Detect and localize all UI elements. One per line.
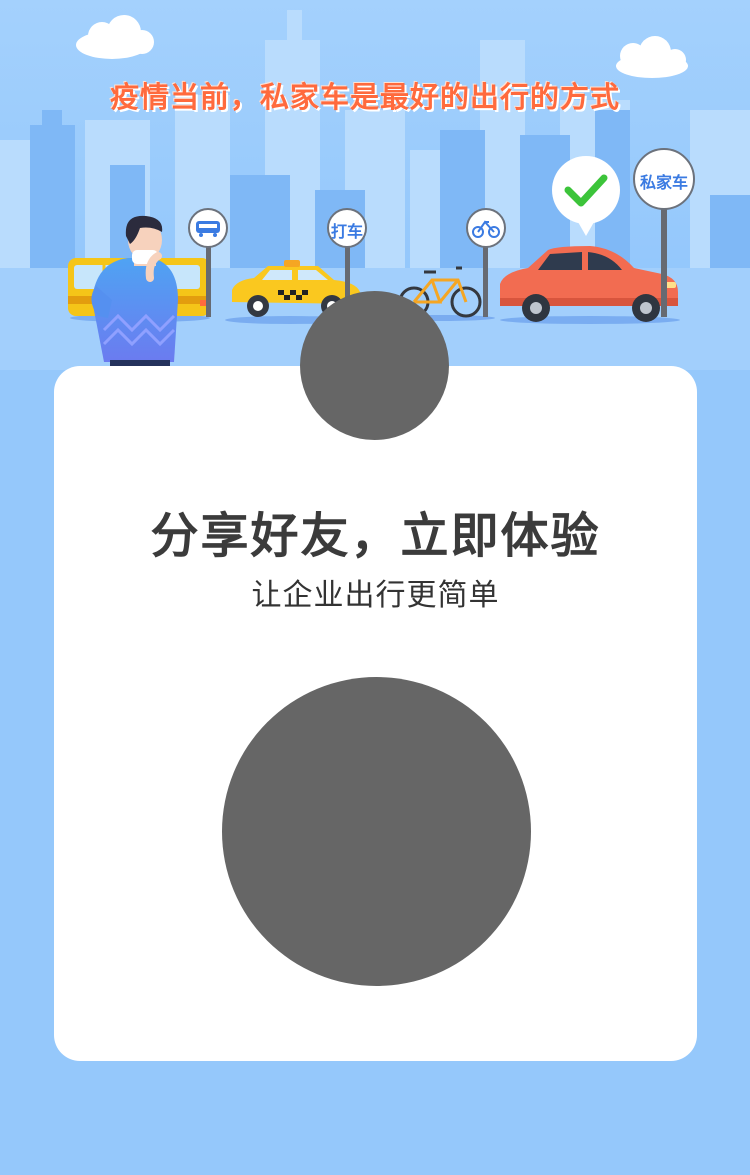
- share-poster: 疫情当前，私家车是最好的出行的方式 打车 私家车 分享好友，立即体验 让企业出行…: [0, 0, 750, 1175]
- share-subline: 让企业出行更简单: [251, 578, 500, 613]
- taxi-sign-label: 打车: [330, 222, 363, 241]
- share-headline: 分享好友，立即体验: [150, 508, 601, 564]
- private-car-sign-label: 私家车: [639, 173, 688, 192]
- user-avatar: [300, 291, 449, 440]
- banner-title: 疫情当前，私家车是最好的出行的方式: [109, 80, 620, 114]
- qr-code-placeholder[interactable]: [222, 677, 531, 986]
